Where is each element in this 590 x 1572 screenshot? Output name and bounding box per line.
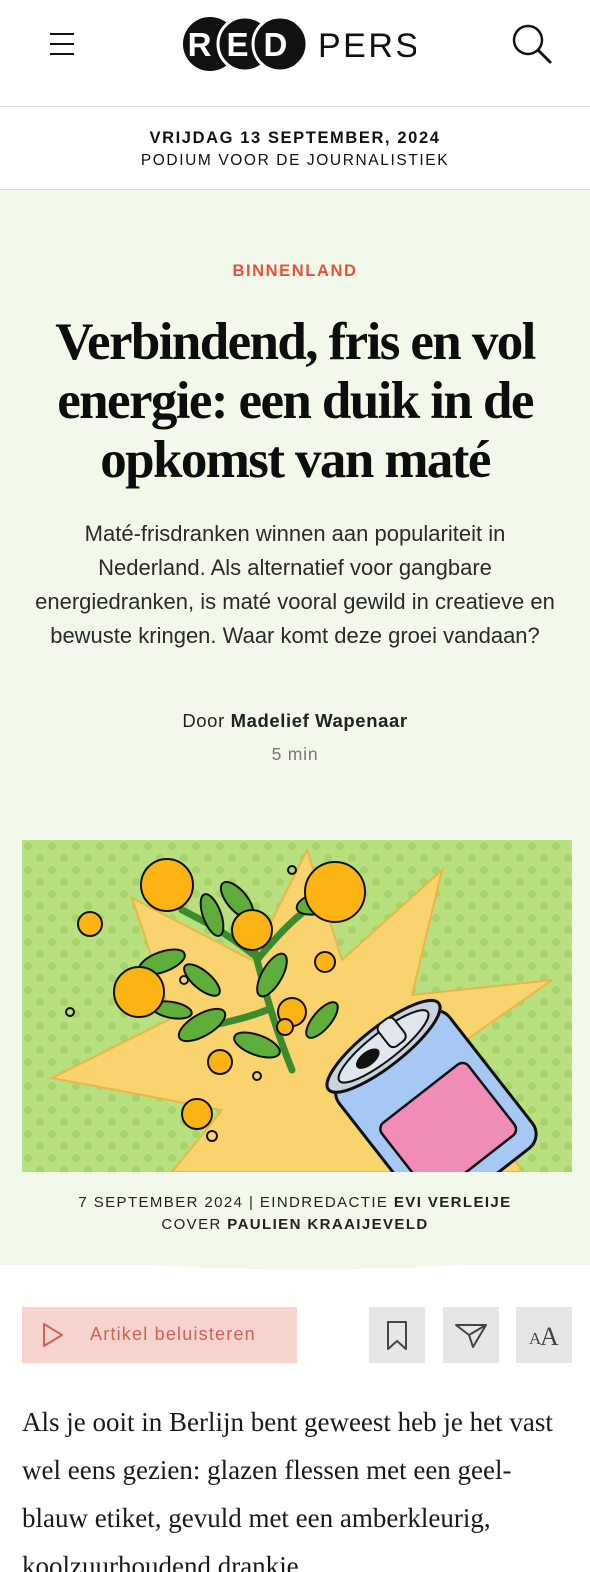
cover-illustration bbox=[22, 840, 572, 1172]
share-button[interactable] bbox=[443, 1307, 499, 1363]
bookmark-button[interactable] bbox=[369, 1307, 425, 1363]
site-tagline: PODIUM VOOR DE JOURNALISTIEK bbox=[140, 152, 450, 169]
credits-line-2: COVER PAULIEN KRAAIJEVELD bbox=[0, 1214, 590, 1236]
article-title: Verbindend, fris en vol energie: een dui… bbox=[55, 313, 536, 489]
redpers-logo[interactable]: RED PERS bbox=[180, 14, 416, 74]
article-body-paragraph: Als je ooit in Berlijn bent geweest heb … bbox=[22, 1407, 553, 1572]
listen-article-button[interactable]: Artikel beluisteren bbox=[22, 1307, 297, 1363]
hero-bottom-curve bbox=[0, 1235, 590, 1270]
cover-artist-name: PAULIEN KRAAIJEVELD bbox=[227, 1216, 429, 1233]
article-byline: Door Madelief Wapenaar bbox=[0, 710, 590, 732]
publish-date: 7 SEPTEMBER 2024 bbox=[78, 1194, 244, 1211]
logo-red-text: RED bbox=[188, 26, 303, 63]
hamburger-menu-icon[interactable] bbox=[44, 28, 80, 60]
editor-name: EVI VERLEIJE bbox=[393, 1194, 512, 1211]
credits-line-1: 7 SEPTEMBER 2024 | EINDREDACTIE EVI VERL… bbox=[0, 1192, 590, 1214]
share-icon bbox=[455, 1324, 487, 1348]
credits-separator: | bbox=[248, 1194, 255, 1211]
top-navigation-bar: RED PERS bbox=[0, 0, 590, 107]
current-date: VRIJDAG 13 SEPTEMBER, 2024 bbox=[149, 129, 441, 147]
mate-can-illustration-icon bbox=[22, 840, 572, 1172]
read-time: 5 min bbox=[271, 744, 319, 764]
font-size-icon: A A bbox=[529, 1322, 559, 1351]
article-lead: Maté-frisdranken winnen aan populariteit… bbox=[35, 521, 555, 648]
play-icon bbox=[43, 1323, 63, 1347]
article-credits: 7 SEPTEMBER 2024 | EINDREDACTIE EVI VERL… bbox=[0, 1192, 590, 1236]
svg-text:A: A bbox=[540, 1322, 559, 1351]
search-icon[interactable] bbox=[508, 20, 556, 68]
byline-prefix: Door bbox=[182, 710, 225, 731]
editor-label: EINDREDACTIE bbox=[259, 1194, 389, 1211]
date-banner: VRIJDAG 13 SEPTEMBER, 2024 PODIUM VOOR D… bbox=[0, 107, 590, 190]
listen-article-label: Artikel beluisteren bbox=[90, 1324, 256, 1344]
cover-label: COVER bbox=[161, 1216, 222, 1233]
font-size-button[interactable]: A A bbox=[516, 1307, 572, 1363]
author-name[interactable]: Madelief Wapenaar bbox=[231, 710, 408, 731]
logo-pers-text: PERS bbox=[318, 27, 416, 65]
bookmark-icon bbox=[387, 1321, 407, 1350]
article-category[interactable]: BINNENLAND bbox=[0, 262, 590, 281]
